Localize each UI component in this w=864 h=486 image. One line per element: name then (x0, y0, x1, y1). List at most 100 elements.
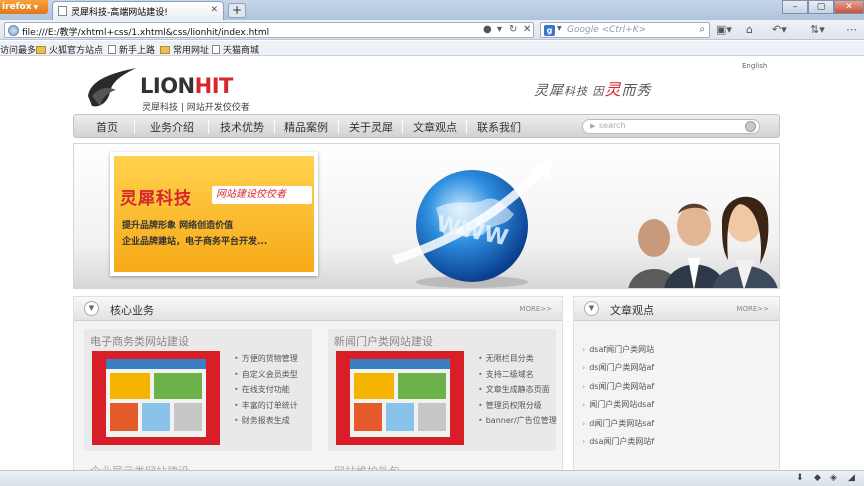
logo-subtitle: 灵犀科技 | 网站开发佼佼者 (142, 103, 250, 113)
browser-tab[interactable]: 灵犀科技-高端网站建设! ✕ (52, 1, 224, 20)
list-item: 财务报表生成 (234, 413, 298, 429)
article-link[interactable]: dsa闻门户类网站f (582, 433, 654, 451)
article-link[interactable]: ds闻门户类网站af (582, 378, 654, 396)
resize-grip-icon[interactable]: ◢ (848, 473, 855, 483)
download-icon[interactable]: ⬇ (796, 473, 804, 483)
panel-header: ▼ 文章观点 MORE>> (574, 297, 779, 321)
banner-title: 灵犀科技 (120, 189, 192, 209)
addon-icon[interactable]: ⇅▾ (810, 23, 825, 36)
menu-icon[interactable]: ⋯ (846, 23, 857, 36)
list-item: 无限栏目分类 (478, 351, 557, 367)
bookmark-item[interactable]: 常用网址 (160, 43, 209, 56)
bookmark-item[interactable]: 新手上路 (108, 43, 155, 56)
list-item: 支持二级域名 (478, 367, 557, 383)
globe-image: WWW (392, 156, 554, 288)
google-icon[interactable]: g (544, 25, 555, 36)
list-item: 管理员权限分级 (478, 398, 557, 414)
browser-search-box[interactable]: g ▼ Google <Ctrl+K> ⌕ (540, 22, 710, 38)
list-item: 文章生成静态页面 (478, 382, 557, 398)
menu-divider (466, 120, 467, 134)
bookmark-item[interactable]: 天猫商城 (212, 43, 259, 56)
hero-banner: 灵犀科技 网站建设佼佼者 提升品牌形象 网络创造价值 企业品牌建站，电子商务平台… (73, 143, 780, 289)
main-menu: 首页 业务介绍 技术优势 精品案例 关于灵犀 文章观点 联系我们 ▶ searc… (73, 114, 780, 138)
list-item: 在线支付功能 (234, 382, 298, 398)
globe-icon (8, 25, 19, 36)
page-icon (108, 45, 116, 54)
play-icon: ▶ (590, 122, 596, 130)
menu-item-articles[interactable]: 文章观点 (413, 119, 457, 135)
menu-divider (208, 120, 209, 134)
article-link[interactable]: d闻门户类网站saf (582, 415, 654, 433)
more-link[interactable]: MORE>> (736, 305, 769, 313)
site-search-input[interactable]: ▶ search (582, 119, 760, 134)
menu-item-tech[interactable]: 技术优势 (220, 119, 264, 135)
menu-item-contact[interactable]: 联系我们 (477, 119, 521, 135)
core-business-panel: ▼ 核心业务 MORE>> 电子商务类网站建设 方便的货物管理 自定义会员类型 … (73, 296, 563, 478)
menu-item-business[interactable]: 业务介绍 (150, 119, 194, 135)
list-item: 方便的货物管理 (234, 351, 298, 367)
article-link[interactable]: dsaf闻门户类网站 (582, 341, 654, 359)
banner-promo-box: 灵犀科技 网站建设佼佼者 提升品牌形象 网络创造价值 企业品牌建站，电子商务平台… (110, 152, 318, 276)
panel-title: 文章观点 (610, 304, 654, 317)
article-link[interactable]: 闻门户类网站dsaf (582, 396, 654, 414)
browser-statusbar: ⬇ ◆ ◈ ◢ (0, 470, 864, 486)
menu-divider (402, 120, 403, 134)
site-search-button[interactable] (745, 121, 756, 132)
firefox-menu-button[interactable]: irefox ▼ (0, 0, 48, 14)
language-link[interactable]: English (742, 62, 767, 70)
articles-panel: ▼ 文章观点 MORE>> dsaf闻门户类网站 ds闻门户类网站af ds闻门… (573, 296, 780, 474)
go-icon[interactable]: ● (483, 24, 492, 35)
bookmark-item[interactable]: 访问最多 (0, 43, 36, 56)
card-title[interactable]: 新闻门户类网站建设 (334, 333, 433, 349)
banner-line: 企业品牌建站，电子商务平台开发... (122, 237, 268, 247)
folder-icon (36, 46, 46, 54)
logo-wordmark: LIONHIT (140, 74, 233, 98)
close-window-button[interactable]: ✕ (834, 0, 864, 14)
tab-close-icon[interactable]: ✕ (210, 5, 218, 15)
minimize-button[interactable]: – (782, 0, 808, 14)
article-list: dsaf闻门户类网站 ds闻门户类网站af ds闻门户类网站af 闻门户类网站d… (582, 341, 654, 451)
page-icon (212, 45, 220, 54)
bookmark-menu-icon[interactable]: ▣▾ (716, 23, 732, 36)
stop-icon[interactable]: ✕ (523, 24, 531, 35)
folder-icon (160, 46, 170, 54)
panel-header: ▼ 核心业务 MORE>> (74, 297, 562, 321)
search-icon[interactable]: ⌕ (699, 24, 705, 35)
feature-list: 无限栏目分类 支持二级域名 文章生成静态页面 管理员权限分级 banner/广告… (478, 351, 557, 429)
card-title[interactable]: 电子商务类网站建设 (90, 333, 189, 349)
list-item: 自定义会员类型 (234, 367, 298, 383)
more-link[interactable]: MORE>> (519, 305, 552, 313)
service-card[interactable]: 电子商务类网站建设 方便的货物管理 自定义会员类型 在线支付功能 丰富的订单统计… (84, 329, 312, 451)
bookmark-item[interactable]: 火狐官方站点 (36, 43, 103, 56)
article-link[interactable]: ds闻门户类网站af (582, 359, 654, 377)
new-tab-button[interactable]: + (228, 3, 246, 18)
website-screenshot-image (336, 351, 464, 445)
menu-divider (274, 120, 275, 134)
address-text[interactable]: file:///E:/教学/xhtml+css/1.xhtml&css/lion… (22, 25, 269, 38)
menu-divider (134, 120, 135, 134)
bookmarks-bar: 访问最多 火狐官方站点 新手上路 常用网址 天猫商城 (0, 41, 864, 56)
people-image (628, 196, 778, 288)
banner-tag: 网站建设佼佼者 (212, 186, 312, 204)
sync-icon[interactable]: ◈ (830, 473, 837, 483)
service-card[interactable]: 新闻门户类网站建设 无限栏目分类 支持二级域名 文章生成静态页面 管理员权限分级… (328, 329, 557, 451)
chevron-down-icon[interactable]: ▼ (557, 25, 562, 32)
menu-item-cases[interactable]: 精品案例 (284, 119, 328, 135)
menu-item-about[interactable]: 关于灵犀 (349, 119, 393, 135)
maximize-button[interactable]: ▢ (808, 0, 834, 14)
banner-line: 提升品牌形象 网络创造价值 (122, 221, 234, 231)
back-icon[interactable]: ↶▾ (772, 23, 787, 36)
refresh-icon[interactable]: ↻ (509, 24, 517, 35)
web-page: LIONHIT 灵犀科技 | 网站开发佼佼者 English 灵犀科技 因灵而秀… (0, 56, 864, 478)
home-icon[interactable]: ⌂ (746, 23, 753, 36)
chevron-down-icon: ▼ (84, 301, 99, 316)
list-item: 丰富的订单统计 (234, 398, 298, 414)
browser-titlebar: irefox ▼ 灵犀科技-高端网站建设! ✕ + – ▢ ✕ (0, 0, 864, 20)
website-screenshot-image (92, 351, 220, 445)
menu-item-home[interactable]: 首页 (96, 119, 118, 135)
chevron-down-icon: ▼ (584, 301, 599, 316)
addon-icon[interactable]: ◆ (814, 473, 821, 483)
address-bar[interactable]: file:///E:/教学/xhtml+css/1.xhtml&css/lion… (4, 22, 534, 38)
site-logo[interactable]: LIONHIT 灵犀科技 | 网站开发佼佼者 (86, 62, 276, 113)
dropdown-icon[interactable]: ▾ (497, 24, 502, 35)
